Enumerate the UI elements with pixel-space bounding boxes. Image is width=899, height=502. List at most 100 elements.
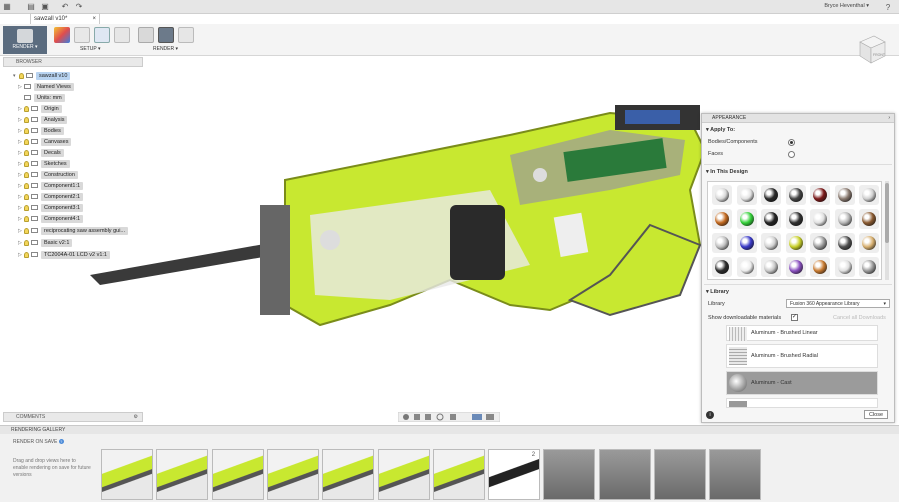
browser-item[interactable]: ▷ TC2004A-01 LCD v2 v1:1 (18, 250, 110, 259)
library-item[interactable]: Aluminum - Brushed Radial (726, 344, 878, 368)
appearance-swatch[interactable] (761, 209, 781, 229)
visibility-bulb-icon[interactable] (24, 116, 29, 123)
appearance-tool-icon[interactable] (54, 27, 70, 43)
gallery-thumbnail[interactable] (709, 449, 762, 500)
appearance-swatch[interactable] (785, 257, 806, 277)
appearance-header[interactable]: APPEARANCE › (702, 114, 894, 123)
gallery-thumbnail[interactable] (432, 449, 485, 500)
appearance-swatch[interactable] (736, 233, 757, 253)
visibility-bulb-icon[interactable] (24, 149, 29, 156)
library-item[interactable] (726, 398, 878, 408)
gallery-thumbnail[interactable] (654, 449, 706, 500)
browser-root[interactable]: ▾ sawzall v10 (13, 71, 71, 80)
gallery-tool-icon[interactable] (178, 27, 194, 43)
user-name[interactable]: Bryce Heventhal ▾ (824, 3, 869, 9)
gallery-thumbnail[interactable]: 2 (488, 449, 541, 500)
browser-item[interactable]: ▷ Canvases (18, 137, 72, 146)
gallery-thumbnail[interactable] (156, 449, 209, 500)
appearance-swatch[interactable] (761, 233, 781, 253)
appearance-swatch[interactable] (736, 257, 757, 277)
browser-item[interactable]: ▷ Component2:1 (18, 192, 84, 201)
appearance-swatch[interactable] (834, 185, 855, 205)
saw-model-viewport[interactable] (90, 95, 710, 345)
faces-radio[interactable] (788, 151, 795, 158)
browser-item[interactable]: ▷ reciprocating saw assembly gui... (18, 226, 129, 235)
visibility-bulb-icon[interactable] (24, 160, 29, 167)
appearance-swatch[interactable] (785, 209, 806, 229)
browser-item[interactable]: ▷ Component1:1 (18, 181, 84, 190)
visibility-bulb-icon[interactable] (24, 204, 29, 211)
in-design-section[interactable]: ▾ In This Design (706, 169, 748, 175)
visibility-bulb-icon[interactable] (24, 138, 29, 145)
appearance-swatch[interactable] (712, 185, 732, 205)
render-tool-icon[interactable] (158, 27, 174, 43)
visibility-bulb-icon[interactable] (19, 72, 24, 79)
bodies-radio[interactable] (788, 139, 795, 146)
grid-menu-icon[interactable]: ▦ (0, 0, 14, 14)
appearance-swatch[interactable] (810, 209, 830, 229)
browser-item[interactable]: ▷ Construction (18, 170, 78, 179)
browser-item[interactable]: Units: mm (24, 93, 65, 102)
info-icon[interactable]: i (706, 411, 714, 419)
visibility-bulb-icon[interactable] (24, 127, 29, 134)
texture-map-icon[interactable] (94, 27, 110, 43)
appearance-swatch[interactable] (834, 257, 855, 277)
show-downloadable-checkbox[interactable]: ✓ (791, 314, 798, 321)
gallery-thumbnail[interactable] (322, 449, 375, 500)
comments-settings-icon[interactable]: ⚙ (134, 413, 138, 422)
setup-menu[interactable]: SETUP ▾ (80, 46, 100, 52)
appearance-swatch[interactable] (834, 209, 855, 229)
close-button[interactable]: Close (864, 410, 888, 419)
library-select[interactable]: Fusion 360 Appearance Library ▾ (786, 299, 890, 308)
file-icon[interactable]: ▤ (24, 0, 38, 14)
rendering-gallery-header[interactable]: RENDERING GALLERY (0, 425, 899, 434)
appearance-swatch[interactable] (712, 257, 732, 277)
appearance-swatch[interactable] (761, 257, 781, 277)
appearance-close-icon[interactable]: › (888, 114, 890, 123)
browser-item[interactable]: ▷ Component3:1 (18, 203, 84, 212)
visibility-bulb-icon[interactable] (24, 193, 29, 200)
in-canvas-render-icon[interactable] (138, 27, 154, 43)
cancel-downloads-button[interactable]: Cancel all Downloads (833, 315, 886, 321)
gallery-thumbnail[interactable] (101, 449, 153, 500)
workspace-switcher-button[interactable]: RENDER ▾ (3, 26, 47, 54)
gallery-thumbnail[interactable] (266, 449, 319, 500)
appearance-swatch[interactable] (785, 233, 806, 253)
browser-item[interactable]: ▷ Named Views (18, 82, 74, 91)
redo-icon[interactable]: ↷ (72, 0, 86, 14)
gallery-thumbnail[interactable] (598, 449, 651, 500)
close-tab-icon[interactable]: × (92, 14, 96, 24)
appearance-swatch[interactable] (785, 185, 806, 205)
browser-item[interactable]: ▷ Basic v2:1 (18, 238, 73, 247)
comments-panel-header[interactable]: COMMENTS ⚙ (3, 412, 143, 422)
browser-item[interactable]: ▷ Analysis (18, 115, 68, 124)
visibility-bulb-icon[interactable] (24, 105, 29, 112)
browser-item[interactable]: ▷ Origin (18, 104, 62, 113)
appearance-swatch[interactable] (859, 233, 879, 253)
gallery-thumbnail[interactable] (543, 449, 596, 500)
render-menu[interactable]: RENDER ▾ (153, 46, 178, 52)
library-section[interactable]: ▾ Library (706, 289, 729, 295)
appearance-swatch[interactable] (736, 185, 757, 205)
appearance-swatch[interactable] (859, 209, 879, 229)
library-item[interactable]: Aluminum - Brushed Linear (726, 325, 878, 341)
document-tab[interactable]: sawzall v10* × (30, 13, 100, 24)
browser-item[interactable]: ▷ Sketches (18, 159, 70, 168)
library-item-selected[interactable]: Aluminum - Cast (726, 371, 878, 395)
visibility-bulb-icon[interactable] (24, 215, 29, 222)
browser-panel-header[interactable]: BROWSER (3, 57, 143, 67)
visibility-bulb-icon[interactable] (24, 182, 29, 189)
browser-item[interactable]: ▷ Decals (18, 148, 64, 157)
visibility-bulb-icon[interactable] (24, 171, 29, 178)
gallery-thumbnail[interactable] (211, 449, 264, 500)
appearance-swatch[interactable] (712, 209, 732, 229)
help-icon[interactable]: ? (58, 439, 64, 444)
help-icon[interactable]: ? (881, 0, 895, 14)
gallery-thumbnail[interactable] (377, 449, 430, 500)
appearance-swatch[interactable] (810, 185, 830, 205)
undo-icon[interactable]: ↶ (58, 0, 72, 14)
appearance-swatch[interactable] (859, 185, 879, 205)
appearance-swatch[interactable] (859, 257, 879, 277)
appearance-swatch[interactable] (736, 209, 757, 229)
viewcube[interactable]: FRONT (857, 33, 887, 65)
